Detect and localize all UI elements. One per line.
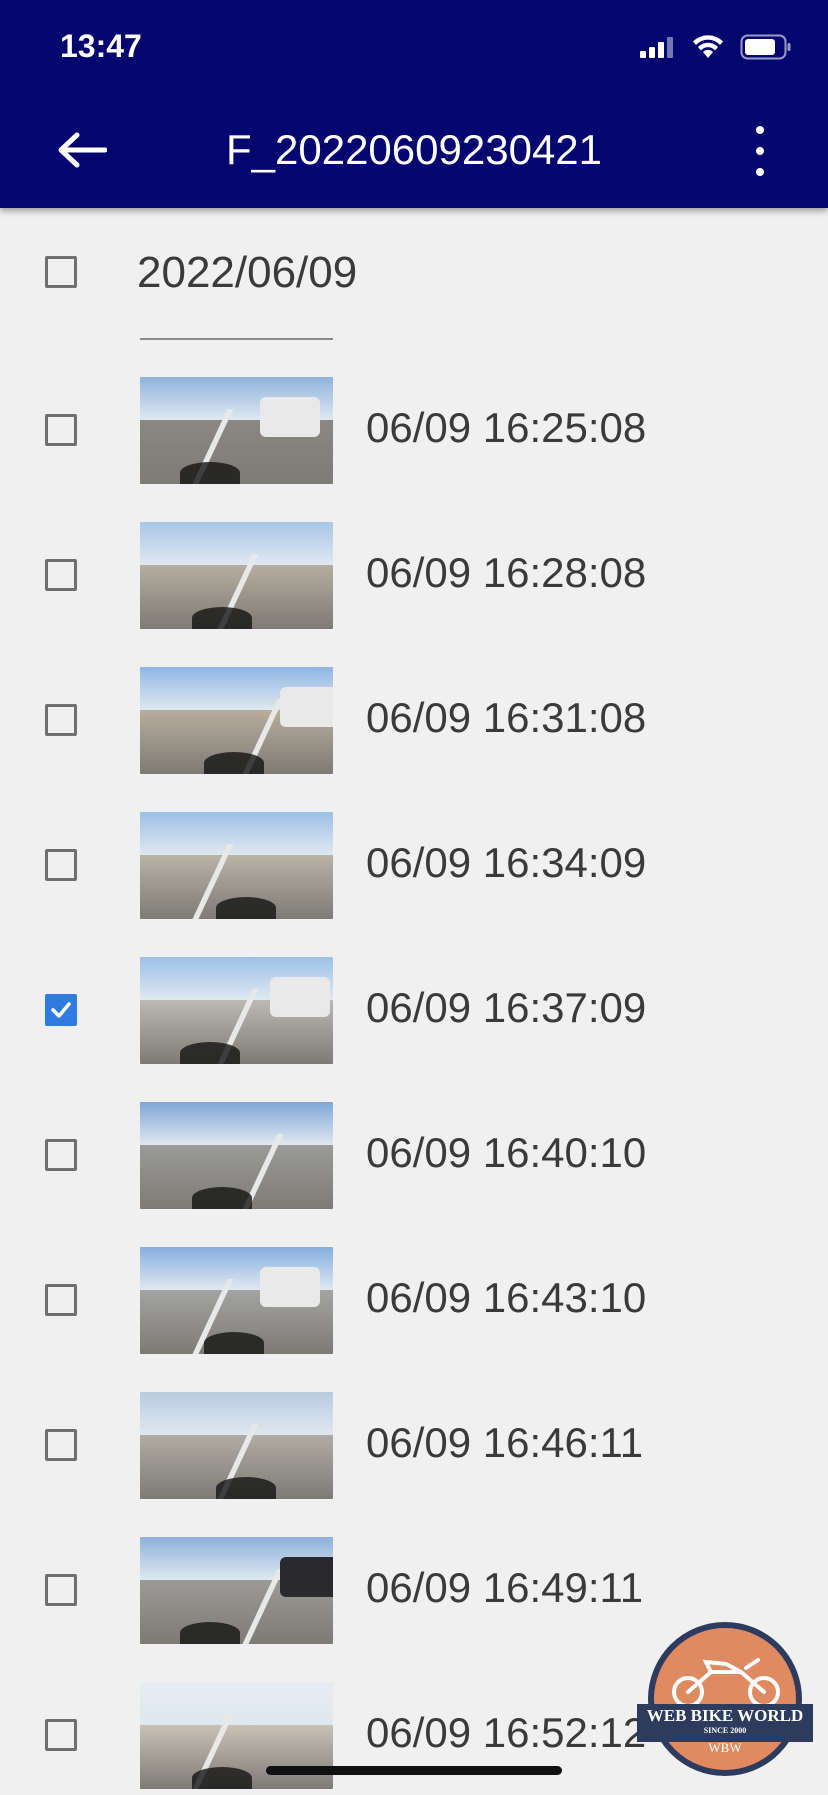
- recording-time: 06/09 16:40:10: [366, 1129, 647, 1176]
- check-icon: [51, 1002, 71, 1018]
- video-thumbnail[interactable]: [140, 377, 333, 484]
- recording-checkbox[interactable]: [45, 849, 77, 881]
- video-thumbnail[interactable]: [140, 1247, 333, 1354]
- recording-checkbox[interactable]: [45, 704, 77, 736]
- video-thumbnail[interactable]: [140, 1102, 333, 1209]
- motorcycle-icon: [672, 1658, 780, 1708]
- signal-icon: [640, 37, 673, 58]
- video-thumbnail[interactable]: [140, 667, 333, 774]
- more-vert-icon: [756, 126, 764, 134]
- recording-row[interactable]: 06/09 16:43:10: [0, 1240, 828, 1360]
- watermark-subtext: SINCE 2000: [703, 1726, 747, 1735]
- recording-time: 06/09 16:31:08: [366, 694, 647, 741]
- recording-row[interactable]: 06/09 16:25:08: [0, 370, 828, 490]
- recording-row[interactable]: 06/09 16:28:08: [0, 515, 828, 635]
- recording-time: 06/09 16:49:11: [366, 1564, 644, 1611]
- recording-checkbox[interactable]: [45, 1139, 77, 1171]
- video-thumbnail[interactable]: [140, 957, 333, 1064]
- recording-checkbox[interactable]: [45, 1574, 77, 1606]
- wifi-icon: [693, 35, 723, 58]
- recording-checkbox[interactable]: [45, 994, 77, 1026]
- recording-list: 06/09 16:25:08 06/09 16:28:08 06/09 16:31:…: [0, 0, 828, 1792]
- overflow-menu-button[interactable]: [748, 126, 772, 176]
- recording-time: 06/09 16:43:10: [366, 1274, 647, 1321]
- recording-row[interactable]: 06/09 16:40:10: [0, 1095, 828, 1215]
- status-time: 13:47: [60, 28, 142, 64]
- arrow-left-icon: [58, 132, 107, 168]
- recording-checkbox[interactable]: [45, 1429, 77, 1461]
- recording-time: 06/09 16:25:08: [366, 404, 647, 451]
- watermark-text: WEB BIKE WORLD: [646, 1706, 804, 1725]
- recording-row[interactable]: 06/09 16:46:11: [0, 1385, 828, 1505]
- recording-time: 06/09 16:37:09: [366, 984, 647, 1031]
- recording-checkbox[interactable]: [45, 414, 77, 446]
- page-title: F_20220609230421: [225, 126, 603, 173]
- video-thumbnail[interactable]: [140, 812, 333, 919]
- status-icons: [640, 34, 792, 60]
- video-thumbnail[interactable]: [140, 1392, 333, 1499]
- watermark-initials: WBW: [708, 1740, 742, 1755]
- app-bar: 13:47 F_20220609230421: [0, 0, 828, 208]
- recording-time: 06/09 16:28:08: [366, 549, 647, 596]
- recording-checkbox[interactable]: [45, 1284, 77, 1316]
- recording-time: 06/09 16:52:12: [366, 1709, 647, 1756]
- battery-icon: [740, 34, 791, 60]
- recording-row[interactable]: 06/09 16:31:08: [0, 660, 828, 780]
- recording-time: 06/09 16:46:11: [366, 1419, 644, 1466]
- recording-checkbox[interactable]: [45, 1719, 77, 1751]
- recording-row[interactable]: 06/09 16:34:09: [0, 805, 828, 925]
- recording-time: 06/09 16:34:09: [366, 839, 647, 886]
- back-button[interactable]: [52, 120, 112, 180]
- video-thumbnail[interactable]: [140, 1537, 333, 1644]
- recording-checkbox[interactable]: [45, 559, 77, 591]
- video-thumbnail[interactable]: [140, 522, 333, 629]
- home-indicator[interactable]: [266, 1766, 562, 1775]
- watermark-band: WEB BIKE WORLD SINCE 2000: [637, 1704, 813, 1742]
- recording-row[interactable]: 06/09 16:37:09: [0, 950, 828, 1070]
